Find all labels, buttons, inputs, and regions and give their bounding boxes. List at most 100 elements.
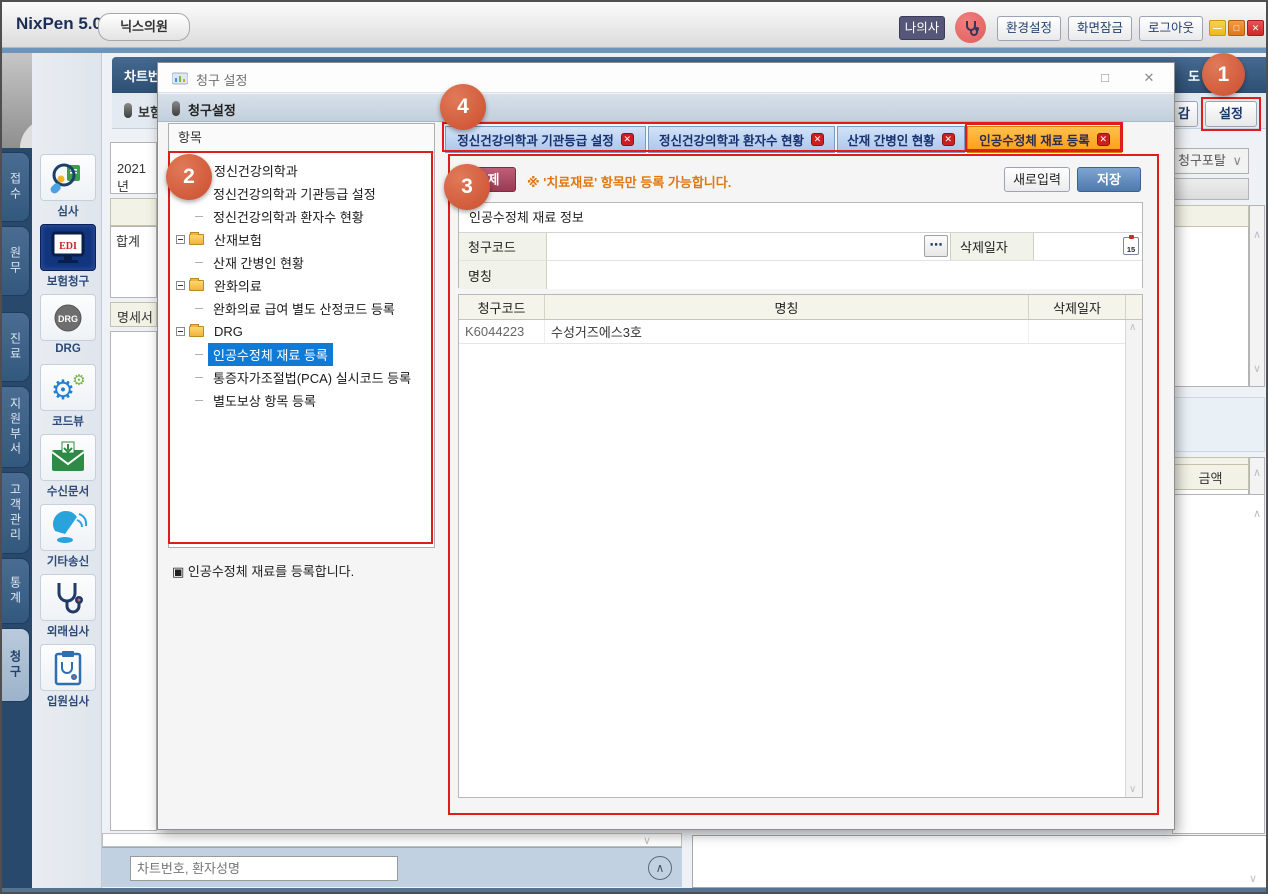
scroll-down-icon[interactable]: ∨ (1249, 872, 1257, 885)
annotation-circle-4: 4 (440, 84, 486, 130)
module-tab-진료[interactable]: 진료 (2, 312, 30, 382)
tree-expander-icon[interactable] (176, 281, 185, 290)
portal-dropdown[interactable]: 청구포탈 ∨ (1172, 148, 1249, 174)
panel-fragment (1172, 397, 1265, 452)
dialog-title-bar[interactable]: 청구 설정 □ ✕ (158, 63, 1174, 93)
annotation-circle-1: 1 (1202, 53, 1245, 96)
tree-item[interactable]: 정신건강의학과 환자수 현황 (169, 205, 434, 228)
table-row[interactable]: K6044223수성거즈에스3호 (459, 320, 1142, 344)
drg-icon: DRG (40, 294, 96, 341)
search-input[interactable] (130, 856, 398, 881)
nav-item-외래심사[interactable]: 외래심사 (39, 574, 97, 639)
nav-item-입원심사[interactable]: 입원심사 (39, 644, 97, 709)
tree-item[interactable]: 산재 간병인 현황 (169, 251, 434, 274)
collapse-up-icon[interactable]: ∧ (648, 856, 672, 880)
module-tab-고객관리[interactable]: 고객관리 (2, 472, 30, 554)
scroll-down-icon[interactable]: ∨ (643, 834, 651, 847)
nav-item-심사[interactable]: 심사 (39, 154, 97, 219)
tree-item[interactable]: 완화의료 급여 별도 산정코드 등록 (169, 297, 434, 320)
tab-label: 정신건강의학과 환자수 현황 (659, 130, 804, 149)
user-badge-button[interactable]: 나의사 (899, 16, 945, 40)
tree-expander-icon[interactable] (176, 327, 185, 336)
nav-item-코드뷰[interactable]: ⚙⚙코드뷰 (39, 364, 97, 429)
patient-search-bar: ∧ (102, 847, 682, 887)
module-tab-청구[interactable]: 청구 (2, 628, 30, 702)
module-tab-통계[interactable]: 통계 (2, 558, 30, 624)
env-settings-button[interactable]: 환경설정 (997, 16, 1061, 41)
tab-label: 인공수정체 재료 등록 (979, 130, 1089, 149)
tree-item[interactable]: 통증자가조절법(PCA) 실시코드 등록 (169, 366, 434, 389)
scroll-down-icon[interactable]: ∨ (1253, 362, 1261, 375)
scroll-up-icon[interactable]: ∧ (1129, 322, 1136, 333)
content-tab-1[interactable]: 정신건강의학과 기관등급 설정✕ (445, 126, 646, 153)
help-menu-partial[interactable]: 도 (1188, 66, 1200, 85)
name-label: 명칭 (459, 261, 547, 289)
save-button[interactable]: 저장 (1077, 167, 1141, 192)
scroll-up-icon[interactable]: ∧ (1253, 507, 1261, 520)
nav-item-label: 보험청구 (39, 273, 97, 289)
toolbar-fragment (1172, 178, 1249, 200)
scroll-up-icon[interactable]: ∧ (1253, 228, 1261, 241)
doctor-status-icon[interactable] (955, 12, 986, 43)
calendar-icon[interactable]: 15 (1123, 237, 1139, 255)
content-tab-2[interactable]: 정신건강의학과 환자수 현황 ✕ (648, 126, 835, 153)
tree-item[interactable]: 인공수정체 재료 등록 (169, 343, 434, 366)
nav-item-label: 수신문서 (39, 483, 97, 499)
minimize-button[interactable]: — (1209, 20, 1226, 36)
year-box: 2021년 (110, 142, 157, 194)
content-tab-3[interactable]: 산재 간병인 현황✕ (837, 126, 965, 153)
claim-code-field[interactable] (547, 233, 924, 260)
tree-item-label: 별도보상 항목 등록 (208, 389, 321, 412)
tree-item[interactable]: 산재보험 (169, 228, 434, 251)
inbox-mail-icon (40, 434, 96, 481)
tree-item[interactable]: DRG (169, 320, 434, 343)
nav-item-기타송신[interactable]: 기타송신 (39, 504, 97, 569)
new-input-button[interactable]: 새로입력 (1004, 167, 1070, 192)
table-header-fragment (110, 198, 157, 226)
restore-button[interactable]: □ (1228, 20, 1245, 36)
tab-close-icon[interactable]: ✕ (942, 133, 955, 146)
tree-item[interactable]: 완화의료 (169, 274, 434, 297)
scrollbar-fragment[interactable]: ∧ ∨ (1249, 205, 1265, 387)
scroll-up-icon[interactable]: ∧ (1253, 466, 1261, 479)
grid-cell (1029, 320, 1126, 343)
logout-button[interactable]: 로그아웃 (1139, 16, 1203, 41)
folder-icon (189, 326, 204, 337)
nav-item-label: 심사 (39, 203, 97, 219)
delete-date-field[interactable] (1034, 239, 1118, 254)
dialog-restore-button[interactable]: □ (1094, 68, 1116, 88)
close-button[interactable]: ✕ (1247, 20, 1264, 36)
nav-item-DRG[interactable]: DRG DRG (39, 294, 97, 355)
tab-close-icon[interactable]: ✕ (1097, 133, 1110, 146)
description-text: 인공수정체 재료를 등록합니다. (188, 564, 354, 579)
nav-item-수신문서[interactable]: 수신문서 (39, 434, 97, 499)
lookup-dots-button[interactable]: ⋯ (924, 235, 948, 257)
screen-lock-button[interactable]: 화면잠금 (1068, 16, 1132, 41)
tab-close-icon[interactable]: ✕ (621, 133, 634, 146)
bottom-right-panel: ∨ (692, 835, 1268, 888)
nav-item-label: 외래심사 (39, 623, 97, 639)
left-panel-scroll[interactable]: ∨ (102, 833, 682, 847)
name-field[interactable] (547, 261, 1142, 289)
annotation-circle-3: 3 (444, 164, 490, 210)
module-tab-접수[interactable]: 접수 (2, 152, 30, 222)
app-window: 차트번호 도 보험청 감 설정 청구포탈 ∨ 2021년 합계 명세서 ∧ ∨ … (0, 0, 1268, 894)
material-info-groupbox: 인공수정체 재료 정보 청구코드 ⋯ 삭제일자 15 명칭 (458, 202, 1143, 288)
tree-item[interactable]: 별도보상 항목 등록 (169, 389, 434, 412)
module-tab-지원부서[interactable]: 지원부서 (2, 386, 30, 468)
clinic-tab[interactable]: 닉스의원 (98, 13, 190, 41)
amount-header-cell: 금액 (1172, 464, 1249, 490)
grid-cell: 수성거즈에스3호 (545, 320, 1029, 343)
grid-scrollbar[interactable]: ∧ ∨ (1125, 320, 1142, 797)
module-tab-원무[interactable]: 원무 (2, 226, 30, 296)
detail-list-fragment (110, 331, 157, 831)
nav-item-보험청구[interactable]: EDI보험청구 (39, 224, 97, 289)
scroll-down-icon[interactable]: ∨ (1129, 784, 1136, 795)
svg-text:DRG: DRG (58, 314, 78, 324)
tree-expander-icon[interactable] (176, 235, 185, 244)
settings-button[interactable]: 설정 (1205, 101, 1257, 127)
nav-item-label: DRG (39, 343, 97, 355)
content-tab-4[interactable]: 인공수정체 재료 등록 ✕ (967, 126, 1122, 153)
tab-close-icon[interactable]: ✕ (811, 133, 824, 146)
dialog-close-button[interactable]: ✕ (1138, 68, 1160, 88)
